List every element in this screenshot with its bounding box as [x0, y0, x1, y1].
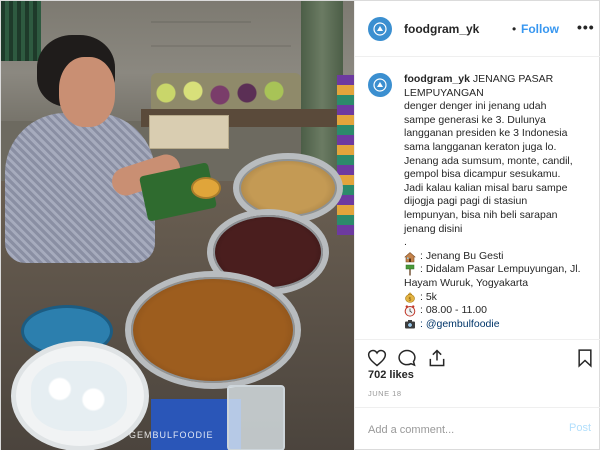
photo-vegetables — [151, 73, 301, 113]
post-header: foodgram_yk • Follow ••• — [355, 1, 600, 57]
caption-line: JENANG PASAR — [472, 73, 554, 85]
detail-row-price: $ : 5k — [404, 291, 592, 305]
detail-row-credit: : @gembulfoodie — [404, 318, 592, 332]
caption-line: Jenang ada sumsum, monte, candil, — [404, 154, 573, 167]
caption-line: dijogja pagi pagi di stasiun — [404, 195, 528, 208]
money-bag-icon: $ — [404, 291, 416, 304]
caption-avatar[interactable] — [368, 73, 392, 97]
detail-row-address: : Didalam Pasar Lempuyungan, Jl. — [404, 263, 592, 277]
caption-line: . — [404, 236, 407, 249]
credit-mention-link[interactable]: : @gembulfoodie — [420, 318, 500, 332]
comment-box: Post — [355, 407, 600, 450]
action-bar — [355, 339, 600, 371]
caption-line: jenang disini — [404, 222, 463, 235]
photo-basket-fill — [31, 361, 127, 431]
caption-line: lempunyan, bisa nih beli sarapan — [404, 208, 558, 221]
post-side-panel: foodgram_yk • Follow ••• foodgram_yk JEN… — [354, 1, 600, 450]
caption-line: LEMPUYANGAN — [404, 86, 484, 99]
caption-first-line: foodgram_yk JENANG PASAR — [404, 73, 592, 87]
camera-icon — [404, 318, 416, 330]
heart-icon[interactable] — [367, 348, 387, 368]
post-date: JUNE 18 — [368, 389, 402, 398]
caption-line: sama langganan keraton juga lo. — [404, 140, 557, 153]
caption-section: foodgram_yk JENANG PASAR LEMPUYANGAN den… — [355, 57, 600, 337]
detail-text: Hayam Wuruk, Yogyakarta — [404, 276, 529, 289]
photo-pot-brown — [125, 271, 301, 389]
photo-glass — [227, 385, 285, 450]
username-link[interactable]: foodgram_yk — [404, 22, 479, 36]
follow-button[interactable]: Follow — [521, 22, 559, 36]
caption-line: denger denger ini jenang udah — [404, 100, 547, 113]
house-icon — [404, 251, 416, 263]
photo-small-bowl — [191, 177, 221, 199]
svg-text:$: $ — [408, 297, 411, 303]
more-options-icon[interactable]: ••• — [577, 19, 595, 35]
avatar[interactable] — [368, 17, 392, 41]
comment-input[interactable] — [368, 421, 548, 439]
avatar-logo-icon — [373, 22, 387, 36]
detail-text: : 5k — [420, 290, 437, 303]
post-comment-button[interactable]: Post — [569, 422, 591, 434]
comment-icon[interactable] — [397, 348, 417, 368]
bookmark-icon[interactable] — [575, 348, 595, 368]
photo-watermark: GEMBULFOODIE — [129, 430, 214, 440]
clock-icon — [404, 305, 416, 317]
photo-cloth-right — [337, 75, 354, 235]
photo-vendor-face — [59, 57, 115, 127]
detail-text: : 08.00 - 11.00 — [420, 304, 487, 317]
caption-text: foodgram_yk JENANG PASAR LEMPUYANGAN den… — [404, 73, 592, 331]
share-icon[interactable] — [427, 348, 447, 368]
separator-dot: • — [512, 22, 517, 36]
likes-count[interactable]: 702 likes — [368, 369, 414, 381]
avatar-logo-icon — [373, 78, 387, 92]
photo-paper-box — [149, 115, 229, 149]
caption-username-link[interactable]: foodgram_yk — [404, 73, 470, 85]
detail-row-address-cont: Hayam Wuruk, Yogyakarta — [404, 277, 592, 291]
post-photo[interactable]: GEMBULFOODIE — [1, 1, 354, 450]
caption-line: sampe generasi ke 3. Dulunya — [404, 113, 546, 126]
photo-brick-line — [151, 21, 251, 23]
caption-line: Jadi kalau kalian misal baru sampe — [404, 181, 568, 194]
instagram-post-card: GEMBULFOODIE foodgram_yk • Follow ••• fo… — [0, 0, 600, 450]
photo-person-left — [1, 1, 41, 61]
detail-text: : Jenang Bu Gesti — [420, 249, 504, 262]
detail-text: : Didalam Pasar Lempuyungan, Jl. — [420, 263, 581, 276]
caption-line: gempol bisa dicampur sesukamu. — [404, 168, 561, 181]
detail-row-hours: : 08.00 - 11.00 — [404, 304, 592, 318]
caption-line: langganan presiden ke 3 Indonesia — [404, 127, 568, 140]
photo-brick-line — [151, 45, 291, 47]
detail-row-place: : Jenang Bu Gesti — [404, 250, 592, 264]
location-pin-icon — [404, 264, 416, 276]
